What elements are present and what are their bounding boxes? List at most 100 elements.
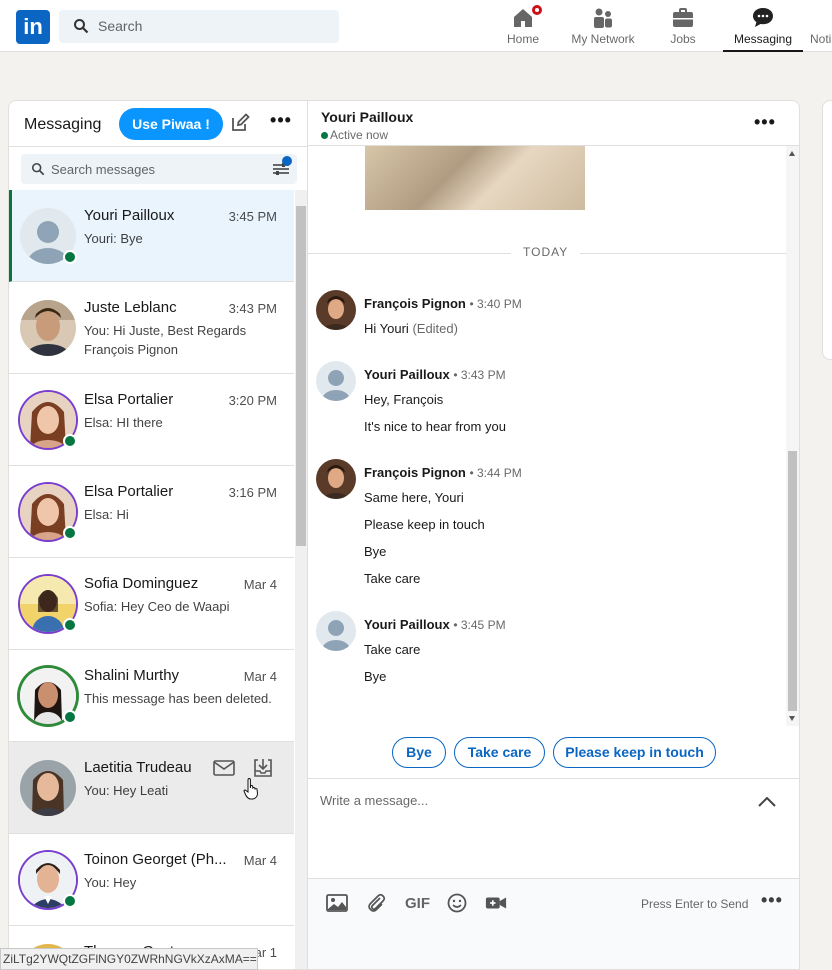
message-line: Hey, François — [364, 392, 444, 407]
conversation-snippet: You: Hi Juste, Best Regards François Pig… — [84, 323, 247, 357]
nav-my-network-label: My Network — [571, 32, 635, 46]
image-icon[interactable] — [326, 893, 348, 913]
nav-notifications-label: Noti — [810, 32, 832, 46]
conversation-item[interactable]: Shalini Murthy Mar 4 This message has be… — [9, 650, 294, 742]
more-options-icon[interactable]: ••• — [754, 113, 776, 131]
sender-name[interactable]: François Pignon — [364, 465, 466, 480]
conversation-list-panel: Messaging Use Piwaa ! ••• Search message… — [8, 100, 308, 970]
scroll-up-arrow-icon[interactable] — [789, 151, 795, 156]
scrollbar-thumb[interactable] — [788, 451, 797, 711]
quick-reply-button[interactable]: Bye — [392, 737, 446, 768]
contact-name[interactable]: Youri Pailloux — [321, 109, 413, 125]
message-time: • 3:45 PM — [453, 618, 506, 632]
conversation-item[interactable]: Juste Leblanc 3:43 PM You: Hi Juste, Bes… — [9, 282, 294, 374]
conversation-name: Sofia Dominguez — [84, 575, 199, 592]
conversation-snippet: Elsa: Hi — [84, 507, 129, 522]
conversation-name: Elsa Portalier — [84, 391, 174, 408]
sender-avatar[interactable] — [316, 361, 356, 401]
conversation-name: Toinon Georget (Ph... — [84, 851, 227, 868]
more-options-icon[interactable]: ••• — [761, 891, 783, 909]
shared-image-attachment[interactable] — [365, 146, 585, 210]
chevron-up-icon[interactable] — [758, 797, 776, 807]
video-meeting-icon[interactable] — [485, 893, 507, 913]
online-dot-icon — [321, 132, 328, 139]
conversation-snippet: You: Hey — [84, 875, 137, 890]
emoji-icon[interactable] — [446, 893, 468, 913]
online-status-indicator — [63, 618, 77, 632]
conversation-item[interactable]: Toinon Georget (Ph... Mar 4 You: Hey — [9, 834, 294, 926]
messaging-header: Messaging Use Piwaa ! ••• — [9, 101, 307, 147]
quick-reply-button[interactable]: Take care — [454, 737, 545, 768]
sender-name[interactable]: Youri Pailloux — [364, 617, 450, 632]
search-messages-placeholder: Search messages — [51, 162, 156, 177]
sender-avatar[interactable] — [316, 611, 356, 651]
conversation-time: 3:16 PM — [228, 485, 277, 500]
sender-avatar[interactable] — [316, 459, 356, 499]
global-search[interactable]: Search — [59, 10, 339, 43]
linkedin-logo[interactable]: in — [16, 10, 50, 44]
archive-icon[interactable] — [253, 758, 273, 778]
conversation-item[interactable]: Elsa Portalier 3:20 PM Elsa: HI there — [9, 374, 294, 466]
message-sender: Youri Pailloux • 3:45 PM — [364, 617, 506, 632]
message-time: • 3:40 PM — [469, 297, 522, 311]
more-options-icon[interactable]: ••• — [269, 111, 293, 133]
sender-avatar[interactable] — [316, 290, 356, 330]
message-line: Bye — [364, 544, 387, 559]
message-sender: Youri Pailloux • 3:43 PM — [364, 367, 506, 382]
message-compose-box[interactable]: Write a message... — [308, 778, 799, 878]
sender-name[interactable]: François Pignon — [364, 296, 466, 311]
thread-scrollbar[interactable] — [786, 146, 799, 726]
message-sender: François Pignon • 3:40 PM — [364, 296, 522, 311]
message-text: Hi Youri (Edited) — [364, 321, 458, 336]
nav-home-label: Home — [506, 32, 539, 46]
conversation-item[interactable]: Sofia Dominguez Mar 4 Sofia: Hey Ceo de … — [9, 558, 294, 650]
conversation-item[interactable]: Laetitia Trudeau You: Hey Leati — [9, 742, 294, 834]
conversation-time: Mar 4 — [243, 577, 277, 592]
nav-my-network[interactable]: My Network — [565, 0, 641, 52]
attachment-icon[interactable] — [366, 893, 388, 913]
conversation-snippet: Elsa: HI there — [84, 415, 163, 430]
conversation-time: Mar 4 — [243, 853, 277, 868]
message-line: Take care — [364, 642, 421, 657]
mark-unread-icon[interactable] — [213, 760, 235, 776]
message-line: Hi Youri — [364, 321, 409, 336]
message-line: Take care — [364, 571, 421, 586]
nav-messaging[interactable]: Messaging — [723, 0, 803, 52]
nav-notifications[interactable]: Noti — [808, 0, 832, 52]
conversation-thread-panel: Youri Pailloux Active now ••• TODAY Fran… — [308, 100, 800, 970]
message-line: Please keep in touch — [364, 517, 485, 532]
avatar — [20, 760, 76, 816]
nav-home[interactable]: Home — [499, 0, 547, 52]
scrollbar-thumb[interactable] — [296, 206, 306, 546]
online-status-indicator — [63, 250, 77, 264]
messaging-icon — [753, 8, 773, 27]
message-time: • 3:43 PM — [453, 368, 506, 382]
message-time: • 3:44 PM — [469, 466, 522, 480]
nav-jobs[interactable]: Jobs — [659, 0, 707, 52]
conversation-list-scrollbar[interactable] — [295, 190, 307, 969]
message-sender: François Pignon • 3:44 PM — [364, 465, 522, 480]
conversation-time: 3:45 PM — [228, 209, 277, 224]
conversation-snippet: Sofia: Hey Ceo de Waapi — [84, 599, 230, 614]
quick-reply-button[interactable]: Please keep in touch — [553, 737, 716, 768]
send-hint[interactable]: Press Enter to Send — [641, 897, 748, 911]
top-navigation: in Search Home My Network Jobs Messaging… — [0, 0, 832, 52]
compose-icon[interactable] — [230, 113, 250, 133]
conversation-item[interactable]: Elsa Portalier 3:16 PM Elsa: Hi — [9, 466, 294, 558]
conversation-name: Elsa Portalier — [84, 483, 174, 500]
search-messages-input[interactable]: Search messages — [21, 154, 297, 184]
network-icon — [594, 8, 612, 28]
conversation-item[interactable]: Youri Pailloux 3:45 PM Youri: Bye — [9, 190, 294, 282]
gif-button[interactable]: GIF — [405, 895, 430, 912]
edited-label: (Edited) — [412, 321, 458, 336]
quick-replies: Bye Take care Please keep in touch — [308, 737, 799, 768]
conversation-time: Mar 4 — [243, 669, 277, 684]
message-line: It's nice to hear from you — [364, 419, 506, 434]
online-status-indicator — [63, 434, 77, 448]
use-piwaa-button[interactable]: Use Piwaa ! — [119, 108, 223, 140]
nav-jobs-label: Jobs — [670, 32, 696, 46]
sender-name[interactable]: Youri Pailloux — [364, 367, 450, 382]
scroll-down-arrow-icon[interactable] — [789, 716, 795, 721]
thread-header: Youri Pailloux Active now ••• — [308, 101, 799, 146]
briefcase-icon — [673, 8, 693, 27]
